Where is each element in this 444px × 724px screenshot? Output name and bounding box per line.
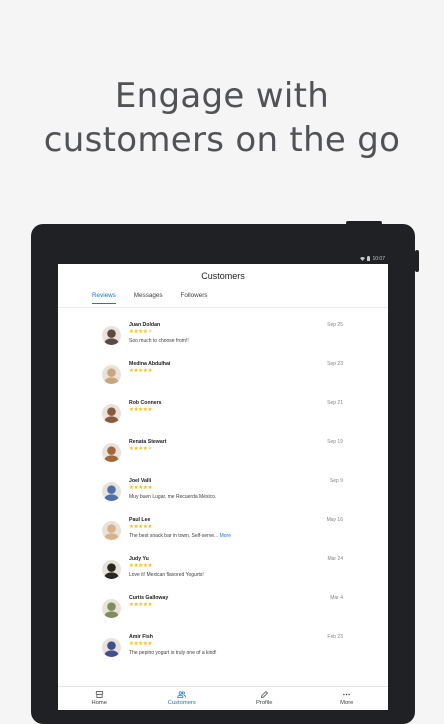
nav-home[interactable]: Home <box>58 687 141 710</box>
tab-bar: Reviews Messages Followers <box>92 292 207 304</box>
review-item[interactable]: Juan Doldan Sep 25 ★★★★★ Soo much to choose… <box>102 322 343 356</box>
reviewer-name: Medina Abdulhai <box>129 361 171 367</box>
reviewer-name: Rob Conners <box>129 400 162 406</box>
reviewer-name: Amir Fish <box>129 634 153 640</box>
review-text-body: The pepino yogurt is truly one of a kind… <box>129 650 217 656</box>
review-date: Sep 23 <box>327 361 343 367</box>
headline: Engage with customers on the go <box>0 74 444 162</box>
review-item[interactable]: Joel Valli Sep 9 ★★★★★ Muy buen Lugar, me R… <box>102 478 343 512</box>
star-icon: ★ <box>147 641 153 647</box>
star-icon: ★ <box>147 602 153 608</box>
tab-followers[interactable]: Followers <box>181 292 208 304</box>
review-text: The pepino yogurt is truly one of a kind… <box>129 650 217 656</box>
wifi-icon <box>360 256 366 263</box>
page-title: Customers <box>201 271 245 281</box>
nav-more[interactable]: More <box>306 687 389 710</box>
nav-customers[interactable]: Customers <box>141 687 224 710</box>
avatar <box>102 482 121 501</box>
review-date: Sep 19 <box>327 439 343 445</box>
avatar <box>102 638 121 657</box>
review-date: Sep 9 <box>329 478 343 484</box>
review-date: May 16 <box>326 517 343 523</box>
star-rating: ★★★★★ <box>129 602 152 608</box>
bottom-navigation: Home Customers Profile More <box>58 687 388 710</box>
star-rating: ★★★★★ <box>129 485 152 491</box>
star-rating: ★★★★★ <box>129 446 152 452</box>
star-icon: ★ <box>147 407 153 413</box>
review-text: Muy buen Lugar, me Recuerda México. <box>129 494 216 500</box>
tabs-divider <box>58 307 388 308</box>
review-item[interactable]: Renata Stewart Sep 19 ★★★★★ <box>102 439 343 473</box>
tablet-volume-button <box>415 250 419 272</box>
star-icon: ★ <box>147 524 153 530</box>
nav-profile[interactable]: Profile <box>223 687 306 710</box>
status-time: 10:07 <box>372 256 385 262</box>
nav-customers-label: Customers <box>167 700 196 706</box>
star-rating: ★★★★★ <box>129 329 152 335</box>
reviewer-name: Paul Lee <box>129 517 151 523</box>
tab-messages[interactable]: Messages <box>134 292 163 304</box>
review-item[interactable]: Paul Lee May 16 ★★★★★ The best snack bar in… <box>102 517 343 551</box>
review-item[interactable]: Amir Fish Feb 23 ★★★★★ The pepino yogurt is… <box>102 634 343 668</box>
star-icon: ★ <box>147 329 153 335</box>
review-item[interactable]: Medina Abdulhai Sep 23 ★★★★★ <box>102 361 343 395</box>
star-rating: ★★★★★ <box>129 368 152 374</box>
star-icon: ★ <box>147 446 153 452</box>
nav-profile-label: Profile <box>256 700 273 706</box>
review-text: Soo much to choose from!! <box>129 338 189 344</box>
star-icon: ★ <box>147 485 153 491</box>
status-bar: 10:07 <box>58 254 388 264</box>
review-text-body: Soo much to choose from!! <box>129 338 189 344</box>
review-date: Feb 23 <box>327 634 343 640</box>
more-link[interactable]: More <box>220 533 231 539</box>
review-date: Sep 21 <box>327 400 343 406</box>
more-horizontal-icon <box>343 693 351 696</box>
reviewer-name: Judy Yu <box>129 556 149 562</box>
reviewer-name: Curtis Galloway <box>129 595 169 601</box>
avatar <box>102 560 121 579</box>
star-icon: ★ <box>147 368 153 374</box>
review-date: Sep 25 <box>327 322 343 328</box>
review-text-body: The best snack bar in town. Self-serve..… <box>129 533 219 539</box>
tab-reviews[interactable]: Reviews <box>92 292 116 304</box>
star-rating: ★★★★★ <box>129 524 152 530</box>
pencil-icon <box>260 690 268 698</box>
avatar <box>102 404 121 423</box>
review-text: Love it! Mexican flavored Yogurts! <box>129 572 204 578</box>
avatar <box>102 443 121 462</box>
headline-line-1: Engage with <box>114 76 330 116</box>
avatar <box>102 326 121 345</box>
star-rating: ★★★★★ <box>129 641 152 647</box>
review-date: Mar 24 <box>327 556 343 562</box>
review-date: Mar 4 <box>330 595 343 601</box>
app-screen: Customers Reviews Messages Followers Jua… <box>58 264 388 710</box>
battery-icon <box>367 255 371 263</box>
avatar <box>102 521 121 540</box>
review-text-body: Muy buen Lugar, me Recuerda México. <box>129 494 217 500</box>
avatar <box>102 365 121 384</box>
review-item[interactable]: Rob Conners Sep 21 ★★★★★ <box>102 400 343 434</box>
review-text-body: Love it! Mexican flavored Yogurts! <box>129 572 204 578</box>
review-item[interactable]: Curtis Galloway Mar 4 ★★★★★ <box>102 595 343 629</box>
avatar <box>102 599 121 618</box>
nav-more-label: More <box>340 700 354 706</box>
tablet-power-button <box>346 221 382 225</box>
reviewer-name: Joel Valli <box>129 478 152 484</box>
reviewer-name: Renata Stewart <box>129 439 167 445</box>
people-icon <box>177 691 187 698</box>
star-icon: ★ <box>147 563 153 569</box>
reviewer-name: Juan Doldan <box>129 322 161 328</box>
headline-line-2: customers on the go <box>43 120 401 160</box>
review-text: The best snack bar in town. Self-serve..… <box>129 533 231 539</box>
star-rating: ★★★★★ <box>129 563 152 569</box>
storefront-icon <box>95 691 104 698</box>
review-item[interactable]: Judy Yu Mar 24 ★★★★★ Love it! Mexican flavo… <box>102 556 343 590</box>
nav-home-label: Home <box>91 700 107 706</box>
star-rating: ★★★★★ <box>129 407 152 413</box>
